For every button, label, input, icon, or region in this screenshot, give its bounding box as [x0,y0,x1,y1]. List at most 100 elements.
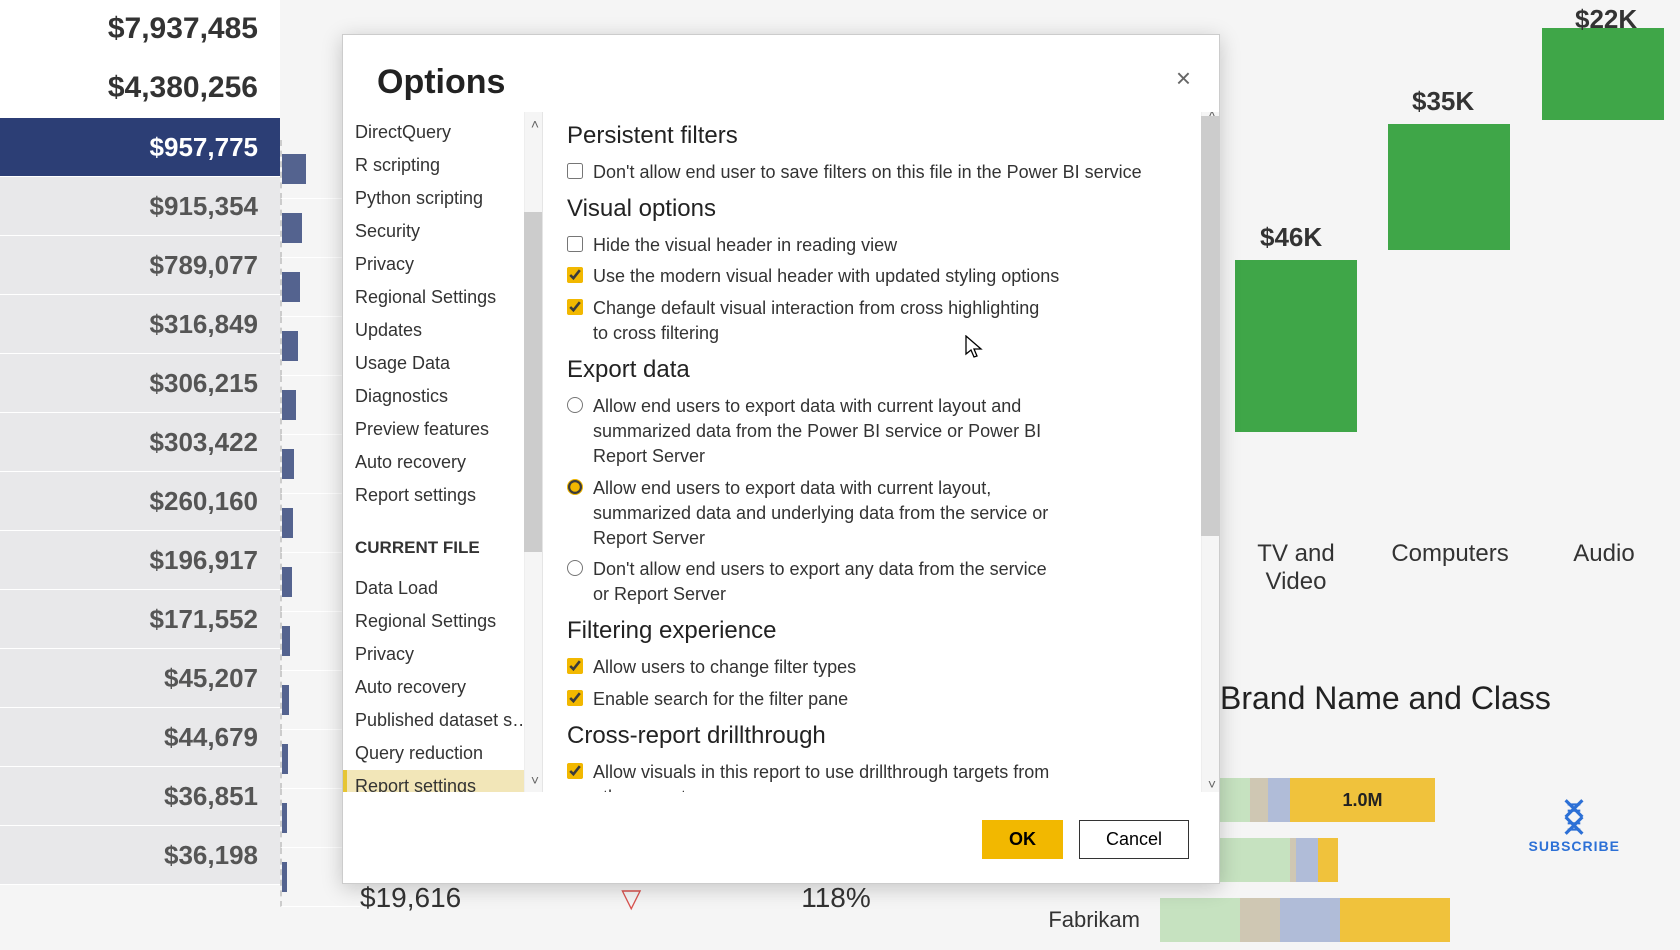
value-row[interactable]: $316,849 [0,295,280,354]
chart-label-0: $46K [1260,222,1322,253]
opt-crossreport-0[interactable]: Allow visuals in this report to use dril… [567,760,1199,792]
sidebar-item[interactable]: Privacy [343,638,542,671]
sidebar-section-header: CURRENT FILE [343,520,542,564]
stacked-segment [1280,898,1340,942]
checkbox[interactable] [567,299,583,315]
sidebar-item[interactable]: Privacy [343,248,542,281]
value-table: $7,937,485$4,380,256$957,775$915,354$789… [0,0,280,885]
spark-bar [282,154,306,184]
checkbox[interactable] [567,658,583,674]
checkbox[interactable] [567,690,583,706]
options-main: Persistent filters Don't allow end user … [543,112,1219,792]
sidebar-item[interactable]: Auto recovery [343,671,542,704]
subscribe-badge: SUBSCRIBE [1529,796,1620,854]
radio[interactable] [567,397,583,413]
opt-export-1[interactable]: Allow end users to export data with curr… [567,476,1199,552]
dna-icon [1553,796,1595,838]
sidebar-item[interactable]: Usage Data [343,347,542,380]
sidebar-item[interactable]: Security [343,215,542,248]
value-row[interactable]: $4,380,256 [0,59,280,118]
main-scrollbar[interactable]: ˄ ˅ [1201,112,1219,792]
sidebar-item[interactable]: Regional Settings [343,605,542,638]
section-visual-heading: Visual options [567,195,1199,223]
radio[interactable] [567,479,583,495]
stacked-segment [1296,838,1318,882]
bottom-metrics: $19,616 ▽ 118% [360,882,871,914]
checkbox[interactable] [567,267,583,283]
scroll-down-icon[interactable]: ˅ [1208,776,1216,792]
spark-bar [282,331,298,361]
stacked-segment [1160,898,1240,942]
section-export-heading: Export data [567,356,1199,384]
chart-bar-1 [1388,124,1510,250]
sidebar-item[interactable]: Published dataset set… [343,704,542,737]
opt-visual-0[interactable]: Hide the visual header in reading view [567,233,1199,258]
value-row[interactable]: $171,552 [0,590,280,649]
sidebar-item[interactable]: Preview features [343,413,542,446]
value-row[interactable]: $789,077 [0,236,280,295]
opt-visual-1[interactable]: Use the modern visual header with update… [567,264,1199,289]
scroll-up-icon[interactable]: ˄ [531,116,539,132]
value-row[interactable]: $7,937,485 [0,0,280,59]
chart-label-1: $35K [1412,86,1474,117]
spark-bar [282,744,288,774]
opt-export-0[interactable]: Allow end users to export data with curr… [567,394,1199,470]
radio[interactable] [567,560,583,576]
value-row[interactable]: $44,679 [0,708,280,767]
sidebar-item[interactable]: Python scripting [343,182,542,215]
sidebar-item[interactable]: Diagnostics [343,380,542,413]
checkbox[interactable] [567,763,583,779]
cancel-button[interactable]: Cancel [1079,820,1189,859]
opt-persistent-0[interactable]: Don't allow end user to save filters on … [567,160,1199,185]
sidebar-item[interactable]: Regional Settings [343,281,542,314]
section-persistent-heading: Persistent filters [567,122,1199,150]
section-crossreport-heading: Cross-report drillthrough [567,722,1199,750]
value-row[interactable]: $915,354 [0,177,280,236]
opt-visual-2[interactable]: Change default visual interaction from c… [567,296,1199,346]
sidebar-item[interactable]: Report settings [343,770,542,792]
checkbox[interactable] [567,163,583,179]
value-row[interactable]: $196,917 [0,531,280,590]
sidebar-item[interactable]: R scripting [343,149,542,182]
spark-bar [282,862,287,892]
value-row[interactable]: $306,215 [0,354,280,413]
value-row[interactable]: $260,160 [0,472,280,531]
stacked-row-label: Fabrikam [1020,907,1140,933]
value-row[interactable]: $36,851 [0,767,280,826]
dialog-title: Options [377,63,505,102]
chart-cat-1: Computers [1380,540,1520,568]
sidebar-scroll-thumb[interactable] [524,212,542,552]
sidebar-item[interactable]: DirectQuery [343,116,542,149]
opt-filtering-1[interactable]: Enable search for the filter pane [567,687,1199,712]
ok-button[interactable]: OK [982,820,1063,859]
down-arrow-icon: ▽ [621,883,641,914]
stacked-segment-value: 1.0M [1290,778,1435,822]
value-row[interactable]: $303,422 [0,413,280,472]
opt-export-2[interactable]: Don't allow end users to export any data… [567,557,1199,607]
scroll-down-icon[interactable]: ˅ [531,772,539,788]
opt-filtering-0[interactable]: Allow users to change filter types [567,655,1199,680]
stacked-segment [1268,778,1290,822]
options-dialog: Options × DirectQueryR scriptingPython s… [342,34,1220,884]
sidebar-item[interactable]: Updates [343,314,542,347]
stacked-segment [1250,778,1268,822]
stacked-title: Brand Name and Class [1220,680,1551,717]
value-row[interactable]: $957,775 [0,118,280,177]
spark-bar [282,508,293,538]
main-scroll-thumb[interactable] [1201,116,1219,536]
sidebar-item[interactable]: Data Load [343,572,542,605]
value-row[interactable]: $45,207 [0,649,280,708]
sidebar-item[interactable]: Report settings [343,479,542,512]
sidebar-item[interactable]: Query reduction [343,737,542,770]
sidebar-scrollbar[interactable]: ˄ ˅ [524,112,542,792]
value-row[interactable]: $36,198 [0,826,280,885]
chart-bar-2 [1542,28,1664,120]
close-icon: × [1176,63,1191,93]
checkbox[interactable] [567,236,583,252]
close-button[interactable]: × [1168,63,1199,94]
spark-bar [282,803,287,833]
chart-cat-0: TV and Video [1226,540,1366,596]
stacked-segment [1318,838,1338,882]
sidebar-item[interactable]: Auto recovery [343,446,542,479]
spark-bar [282,272,300,302]
